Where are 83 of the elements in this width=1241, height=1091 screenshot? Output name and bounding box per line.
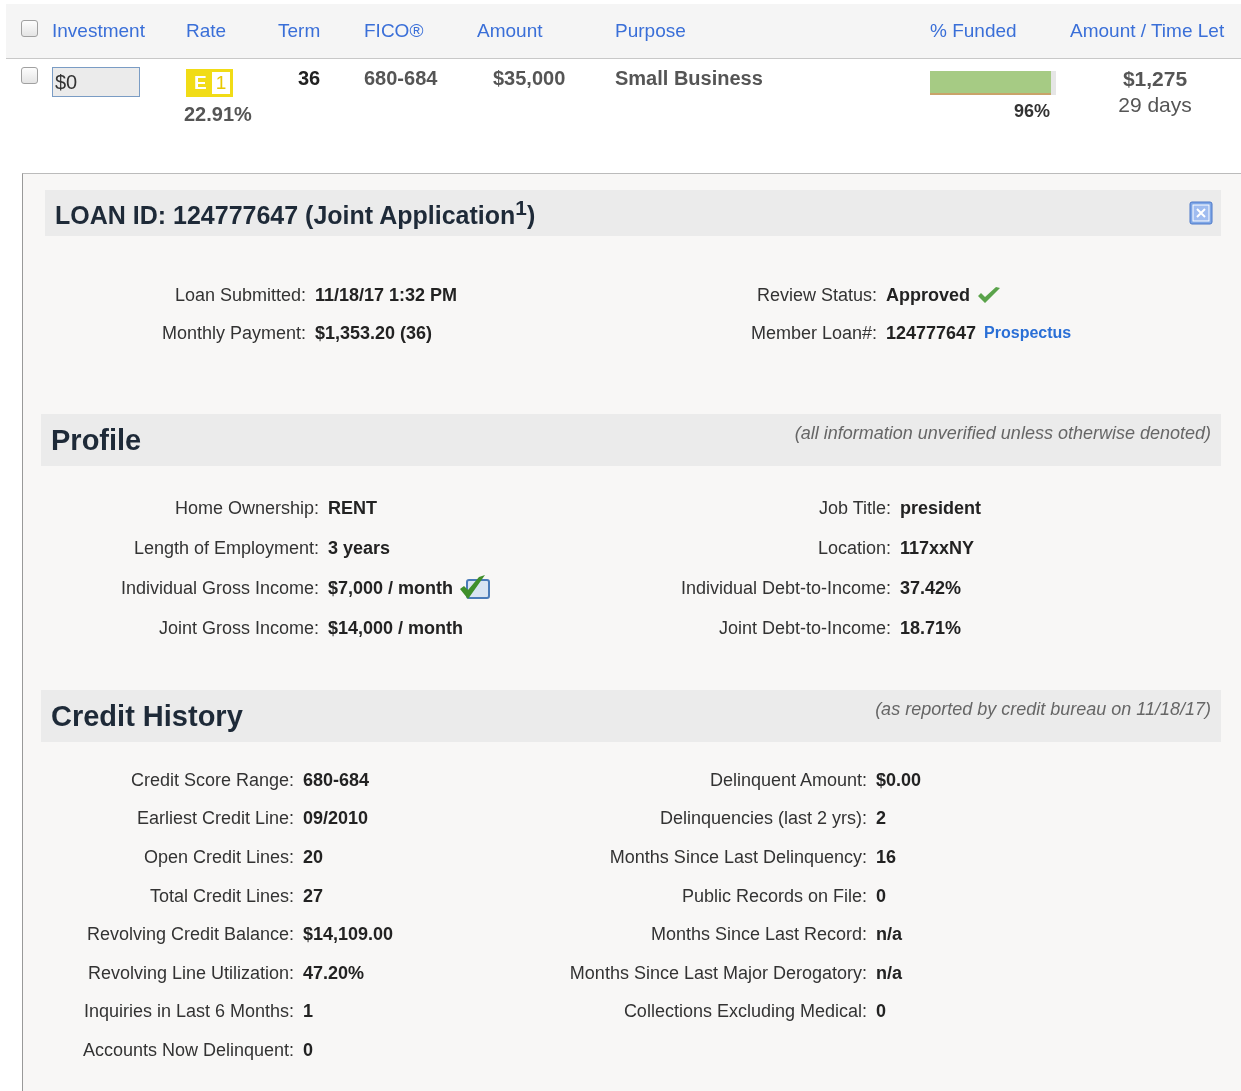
field-value: 2 xyxy=(876,808,886,830)
column-header[interactable]: Investment xyxy=(52,20,186,42)
field-value: 3 years xyxy=(328,537,391,559)
field-value: Approved xyxy=(886,284,970,306)
fico-range: 680-684 xyxy=(364,67,439,90)
field-label: Credit Score Range: xyxy=(129,768,294,792)
close-icon[interactable] xyxy=(1189,201,1213,225)
field-label: Review Status: xyxy=(755,283,877,307)
column-header[interactable]: Rate xyxy=(186,20,278,42)
field-label: Monthly Payment: xyxy=(160,321,306,345)
section-note: (as reported by credit bureau on 11/18/17) xyxy=(875,699,1211,720)
field-label: Delinquent Amount: xyxy=(708,768,867,792)
field-value: 18.71% xyxy=(900,617,962,639)
field-value: $14,000 / month xyxy=(328,617,464,639)
field-value: 27 xyxy=(303,885,324,907)
field-value: 16 xyxy=(876,847,897,868)
checkbox[interactable] xyxy=(20,19,38,37)
field-label: Revolving Credit Balance: xyxy=(85,923,294,947)
field-label: Location: xyxy=(816,536,891,560)
field-value: 47.20% xyxy=(303,962,365,984)
field-label: Inquiries in Last 6 Months: xyxy=(82,1000,294,1024)
loan-purpose: Small Business xyxy=(615,67,764,90)
field-value: 20 xyxy=(303,847,324,868)
funded-percent: 96% xyxy=(1013,101,1050,122)
loan-amount: $35,000 xyxy=(492,67,567,90)
prospectus-link[interactable]: Prospectus xyxy=(984,324,1072,342)
column-header[interactable]: Purpose xyxy=(615,20,930,42)
amount-left: $1,275 xyxy=(1122,67,1188,91)
check-icon xyxy=(976,285,1002,305)
field-value: 680-684 xyxy=(303,769,370,791)
column-header[interactable]: % Funded xyxy=(930,20,1070,42)
field-label: Delinquencies (last 2 yrs): xyxy=(658,807,867,831)
field-value: 124777647 xyxy=(886,322,977,344)
field-label: Public Records on File: xyxy=(680,884,867,908)
section-note: (all information unverified unless otherwise denoted) xyxy=(794,423,1211,444)
field-label: Earliest Credit Line: xyxy=(135,807,294,831)
field-label: Individual Debt-to-Income: xyxy=(679,576,891,600)
field-value: $0.00 xyxy=(876,769,922,791)
field-label: Months Since Last Record: xyxy=(649,923,867,947)
field-label: Months Since Last Delinquency: xyxy=(608,846,867,869)
checkbox[interactable] xyxy=(20,67,38,84)
field-label: Job Title: xyxy=(817,496,891,520)
field-label: Total Credit Lines: xyxy=(148,884,294,908)
field-value: $14,109.00 xyxy=(303,924,394,946)
field-value: 0 xyxy=(303,1039,313,1061)
field-label: Home Ownership: xyxy=(173,496,319,520)
field-label: Accounts Now Delinquent: xyxy=(81,1038,294,1062)
field-value: 0 xyxy=(876,885,886,907)
field-label: Joint Gross Income: xyxy=(157,616,319,640)
loan-title: LOAN ID: 124777647 (Joint Application$^{1}$) xyxy=(55,195,536,231)
investment-field[interactable]: $0 xyxy=(52,67,140,97)
field-value: RENT xyxy=(328,497,377,519)
field-value: n/a xyxy=(876,962,902,984)
field-value: 11/18/17 1:32 PM xyxy=(315,284,458,306)
field-value: $7,000 / month xyxy=(328,577,454,599)
field-value: 0 xyxy=(876,1001,886,1023)
field-label: Revolving Line Utilization: xyxy=(86,961,294,985)
field-label: Collections Excluding Medical: xyxy=(622,1000,867,1024)
column-header[interactable]: Amount / Time Let xyxy=(1070,20,1240,42)
field-value: 1 xyxy=(303,1001,313,1023)
field-value: n/a xyxy=(876,924,902,946)
column-header[interactable]: Amount xyxy=(477,20,615,42)
section-title: Profile xyxy=(51,423,142,457)
time-left: 29 days xyxy=(1118,93,1192,117)
field-label: Joint Debt-to-Income: xyxy=(717,616,891,640)
column-header[interactable]: Term xyxy=(278,20,364,42)
interest-rate: 22.91% xyxy=(184,103,252,126)
verified-check-icon xyxy=(459,574,492,602)
term: 36 xyxy=(297,67,322,90)
field-label: Length of Employment: xyxy=(132,536,319,560)
field-label: Months Since Last Major Derogatory: xyxy=(568,961,867,985)
field-value: 09/2010 xyxy=(303,808,369,830)
field-label: Open Credit Lines: xyxy=(142,846,294,869)
field-value: 117xxNY xyxy=(900,537,975,559)
grade-badge: E 1 xyxy=(186,69,234,97)
field-value: president xyxy=(900,497,982,519)
column-header[interactable]: FICO® xyxy=(364,20,477,42)
field-label: Individual Gross Income: xyxy=(119,576,319,600)
field-value: 37.42% xyxy=(900,577,962,599)
section-title: Credit History xyxy=(51,699,243,733)
field-label: Member Loan#: xyxy=(749,321,877,345)
field-label: Loan Submitted: xyxy=(173,283,306,307)
field-value: $1,353.20 (36) xyxy=(315,322,433,344)
